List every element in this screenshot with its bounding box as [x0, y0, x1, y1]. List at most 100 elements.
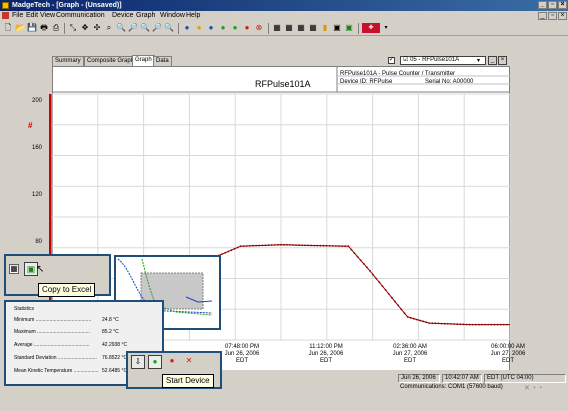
series-point — [431, 322, 434, 325]
download-icon[interactable]: ⇩ — [131, 355, 145, 369]
series-point — [245, 245, 248, 247]
stat-value-stddev: 76.8522 °C — [102, 355, 128, 361]
series-point — [273, 244, 276, 246]
status-communications: Communications: COM1 (57600 baud) — [400, 384, 503, 390]
statistics-title: Statistics — [14, 306, 35, 312]
stat-label-maximum: Maximum ................................… — [14, 329, 90, 335]
series-point — [493, 323, 496, 326]
x-tick-date: Jun 27, 2006 — [490, 351, 526, 357]
series-point — [298, 244, 300, 247]
series-point — [446, 322, 449, 325]
series-point — [338, 245, 340, 247]
series-point — [286, 243, 288, 246]
series-point — [462, 323, 465, 326]
series-point — [453, 323, 455, 325]
stat-label-minimum: Minimum ................................… — [14, 317, 92, 323]
series-point — [502, 323, 505, 326]
series-point — [450, 323, 452, 325]
series-point — [227, 250, 230, 253]
stop-device-icon[interactable]: ● — [165, 355, 179, 369]
series-point — [428, 322, 431, 324]
series-point — [381, 285, 384, 288]
x-tick-time: 07:48:00 PM — [224, 344, 260, 350]
series-point — [365, 266, 368, 269]
copy-to-excel-tooltip: Copy to Excel — [38, 283, 96, 297]
series-point — [499, 323, 502, 326]
x-tick-time: 11:12:00 PM — [309, 344, 343, 350]
series-point — [267, 244, 270, 247]
series-point — [353, 252, 356, 255]
series-point — [289, 244, 291, 246]
series-point — [471, 323, 474, 326]
series-point — [304, 244, 306, 247]
series-point — [440, 322, 443, 325]
reset-device-icon[interactable]: ✕ — [182, 355, 196, 369]
series-point — [255, 244, 257, 247]
series-point — [325, 244, 328, 247]
x-tick-label: 02:36:00 AM Jun 27, 2006 EDT — [380, 344, 440, 365]
series-point — [387, 293, 390, 295]
series-point — [481, 323, 483, 326]
series-point — [316, 244, 319, 247]
series-point — [425, 321, 427, 324]
series-point — [490, 323, 493, 326]
x-tick-tz: EDT — [404, 358, 416, 364]
series-point — [406, 316, 409, 318]
series-point — [484, 323, 486, 326]
status-date: Jun 26, 2006 — [398, 374, 440, 383]
series-point — [487, 323, 490, 326]
series-point — [384, 289, 387, 291]
series-point — [459, 323, 462, 326]
series-point — [322, 244, 325, 247]
series-point — [301, 244, 303, 247]
series-point — [496, 323, 499, 326]
series-point — [242, 245, 245, 248]
series-point — [403, 312, 406, 314]
series-point — [341, 245, 343, 248]
series-point — [261, 244, 264, 247]
x-tick-label: 06:00:00 AM Jun 27, 2006 EDT — [478, 344, 538, 365]
series-point — [412, 317, 415, 320]
series-point — [409, 316, 412, 319]
series-point — [328, 245, 331, 247]
series-point — [230, 249, 233, 252]
series-point — [295, 244, 297, 247]
status-time: 10:42:07 AM — [442, 374, 482, 383]
series-point — [313, 244, 316, 247]
series-point — [378, 281, 381, 284]
series-point — [468, 323, 471, 326]
start-device-tooltip: Start Device — [162, 374, 214, 388]
series-point — [252, 244, 254, 247]
series-point — [344, 245, 347, 248]
series-point — [362, 262, 365, 265]
series-point — [307, 244, 309, 247]
series-point — [221, 253, 224, 256]
stat-value-mkt: 52.6485 °C — [102, 368, 128, 374]
start-device-button[interactable]: ● — [148, 355, 162, 369]
series-point — [319, 244, 322, 247]
x-tick-tz: EDT — [320, 358, 332, 364]
stat-label-stddev: Standard Deviation .....................… — [14, 355, 97, 361]
series-point — [239, 245, 242, 248]
x-tick-time: 02:36:00 AM — [393, 344, 427, 350]
series-point — [249, 245, 251, 247]
x-tick-date: Jun 26, 2006 — [308, 351, 344, 357]
series-point — [419, 319, 421, 322]
stat-label-mkt: Mean Kinetic Temperature ...............… — [14, 368, 99, 374]
series-point — [443, 322, 446, 325]
series-point — [264, 244, 267, 247]
status-utc: EDT (UTC 04:00) — [484, 374, 566, 383]
grid-icon[interactable]: ▦ — [9, 264, 19, 274]
series-point — [369, 269, 371, 272]
series-point — [233, 247, 236, 250]
series-point — [422, 320, 424, 323]
series-point — [331, 245, 334, 247]
series-point — [356, 255, 359, 258]
series-point — [280, 243, 282, 246]
series-point — [478, 323, 480, 326]
x-tick-date: Jun 27, 2006 — [392, 351, 428, 357]
series-point — [283, 243, 285, 246]
series-point — [375, 277, 378, 280]
series-point — [394, 300, 396, 303]
stat-value-maximum: 85.2 °C — [102, 329, 119, 335]
